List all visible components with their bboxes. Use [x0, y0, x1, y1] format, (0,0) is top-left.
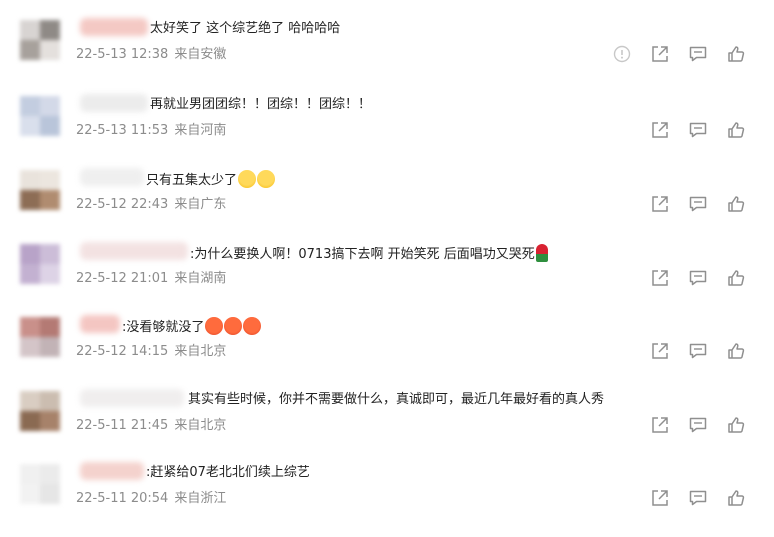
avatar[interactable] [20, 20, 60, 60]
comment-text: :没看够就没了 [122, 317, 262, 337]
avatar[interactable] [20, 244, 60, 284]
avatar[interactable] [20, 464, 60, 504]
comment-item: :没看够就没了 22-5-12 14:15 来自北京 [0, 315, 774, 390]
comment-date: 22-5-12 14:15 [76, 344, 169, 359]
comment-meta: 22-5-12 21:01 来自湖南 [76, 271, 226, 287]
comment-location: 来自广东 [174, 197, 227, 212]
comment-date: 22-5-11 20:54 [76, 491, 169, 506]
comment-date: 22-5-13 12:38 [76, 47, 169, 62]
comment-icon[interactable] [688, 44, 708, 64]
username-blurred[interactable] [80, 18, 148, 36]
like-icon[interactable] [726, 415, 746, 435]
comment-meta: 22-5-12 14:15 来自北京 [76, 344, 226, 360]
comment-icon[interactable] [688, 415, 708, 435]
share-icon[interactable] [650, 488, 670, 508]
comment-icon[interactable] [688, 194, 708, 214]
username-blurred[interactable] [80, 242, 188, 260]
comment-meta: 22-5-12 22:43 来自广东 [76, 197, 226, 213]
share-icon[interactable] [650, 44, 670, 64]
comment-text: 再就业男团团综！！团综！！团综！！ [150, 97, 372, 112]
rose-emoji [535, 244, 548, 262]
report-icon[interactable] [612, 44, 632, 64]
comment-text: :为什么要换人啊！0713搞下去啊 开始笑死 后面唱功又哭死 [190, 244, 548, 264]
comment-text: :赶紧给07老北北们续上综艺 [146, 465, 310, 480]
comment-item: :为什么要换人啊！0713搞下去啊 开始笑死 后面唱功又哭死 22-5-12 2… [0, 242, 774, 317]
comment-item: 再就业男团团综！！团综！！团综！！ 22-5-13 11:53 来自河南 [0, 94, 774, 169]
comment-meta: 22-5-13 12:38 来自安徽 [76, 47, 226, 63]
username-blurred[interactable] [80, 462, 144, 480]
comment-location: 来自北京 [174, 344, 227, 359]
share-icon[interactable] [650, 268, 670, 288]
comment-text: 其实有些时候，你并不需要做什么，真诚即可，最近几年最好看的真人秀 [188, 392, 605, 407]
comment-item: 太好笑了 这个综艺绝了 哈哈哈哈 22-5-13 12:38 来自安徽 [0, 18, 774, 93]
comment-date: 22-5-12 21:01 [76, 271, 169, 286]
comment-item: 其实有些时候，你并不需要做什么，真诚即可，最近几年最好看的真人秀 22-5-11… [0, 389, 774, 464]
comment-date: 22-5-13 11:53 [76, 123, 169, 138]
username-blurred[interactable] [80, 315, 120, 333]
comment-icon[interactable] [688, 341, 708, 361]
comment-item: 只有五集太少了 22-5-12 22:43 来自广东 [0, 168, 774, 243]
comment-location: 来自浙江 [174, 491, 227, 506]
comment-location: 来自安徽 [174, 47, 227, 62]
angry-emoji [243, 317, 262, 335]
avatar[interactable] [20, 96, 60, 136]
like-icon[interactable] [726, 120, 746, 140]
like-icon[interactable] [726, 488, 746, 508]
comment-icon[interactable] [688, 268, 708, 288]
angry-emoji [224, 317, 243, 335]
username-blurred[interactable] [80, 94, 148, 112]
comment-text: 太好笑了 这个综艺绝了 哈哈哈哈 [150, 21, 341, 36]
share-icon[interactable] [650, 120, 670, 140]
share-icon[interactable] [650, 415, 670, 435]
comment-date: 22-5-12 22:43 [76, 197, 169, 212]
like-icon[interactable] [726, 268, 746, 288]
laugh-emoji [238, 170, 257, 188]
avatar[interactable] [20, 317, 60, 357]
share-icon[interactable] [650, 341, 670, 361]
avatar[interactable] [20, 170, 60, 210]
comment-meta: 22-5-11 20:54 来自浙江 [76, 491, 226, 507]
laugh-emoji [257, 170, 276, 188]
comment-location: 来自河南 [174, 123, 227, 138]
comment-meta: 22-5-13 11:53 来自河南 [76, 123, 226, 139]
like-icon[interactable] [726, 44, 746, 64]
comment-location: 来自北京 [174, 418, 227, 433]
like-icon[interactable] [726, 194, 746, 214]
username-blurred[interactable] [80, 389, 184, 407]
angry-emoji [205, 317, 224, 335]
username-blurred[interactable] [80, 168, 144, 186]
share-icon[interactable] [650, 194, 670, 214]
avatar[interactable] [20, 391, 60, 431]
comment-date: 22-5-11 21:45 [76, 418, 169, 433]
comment-text: 只有五集太少了 [146, 170, 276, 190]
comment-icon[interactable] [688, 120, 708, 140]
comment-location: 来自湖南 [174, 271, 227, 286]
comment-meta: 22-5-11 21:45 来自北京 [76, 418, 226, 434]
comment-item: :赶紧给07老北北们续上综艺 22-5-11 20:54 来自浙江 [0, 462, 774, 537]
like-icon[interactable] [726, 341, 746, 361]
comment-icon[interactable] [688, 488, 708, 508]
